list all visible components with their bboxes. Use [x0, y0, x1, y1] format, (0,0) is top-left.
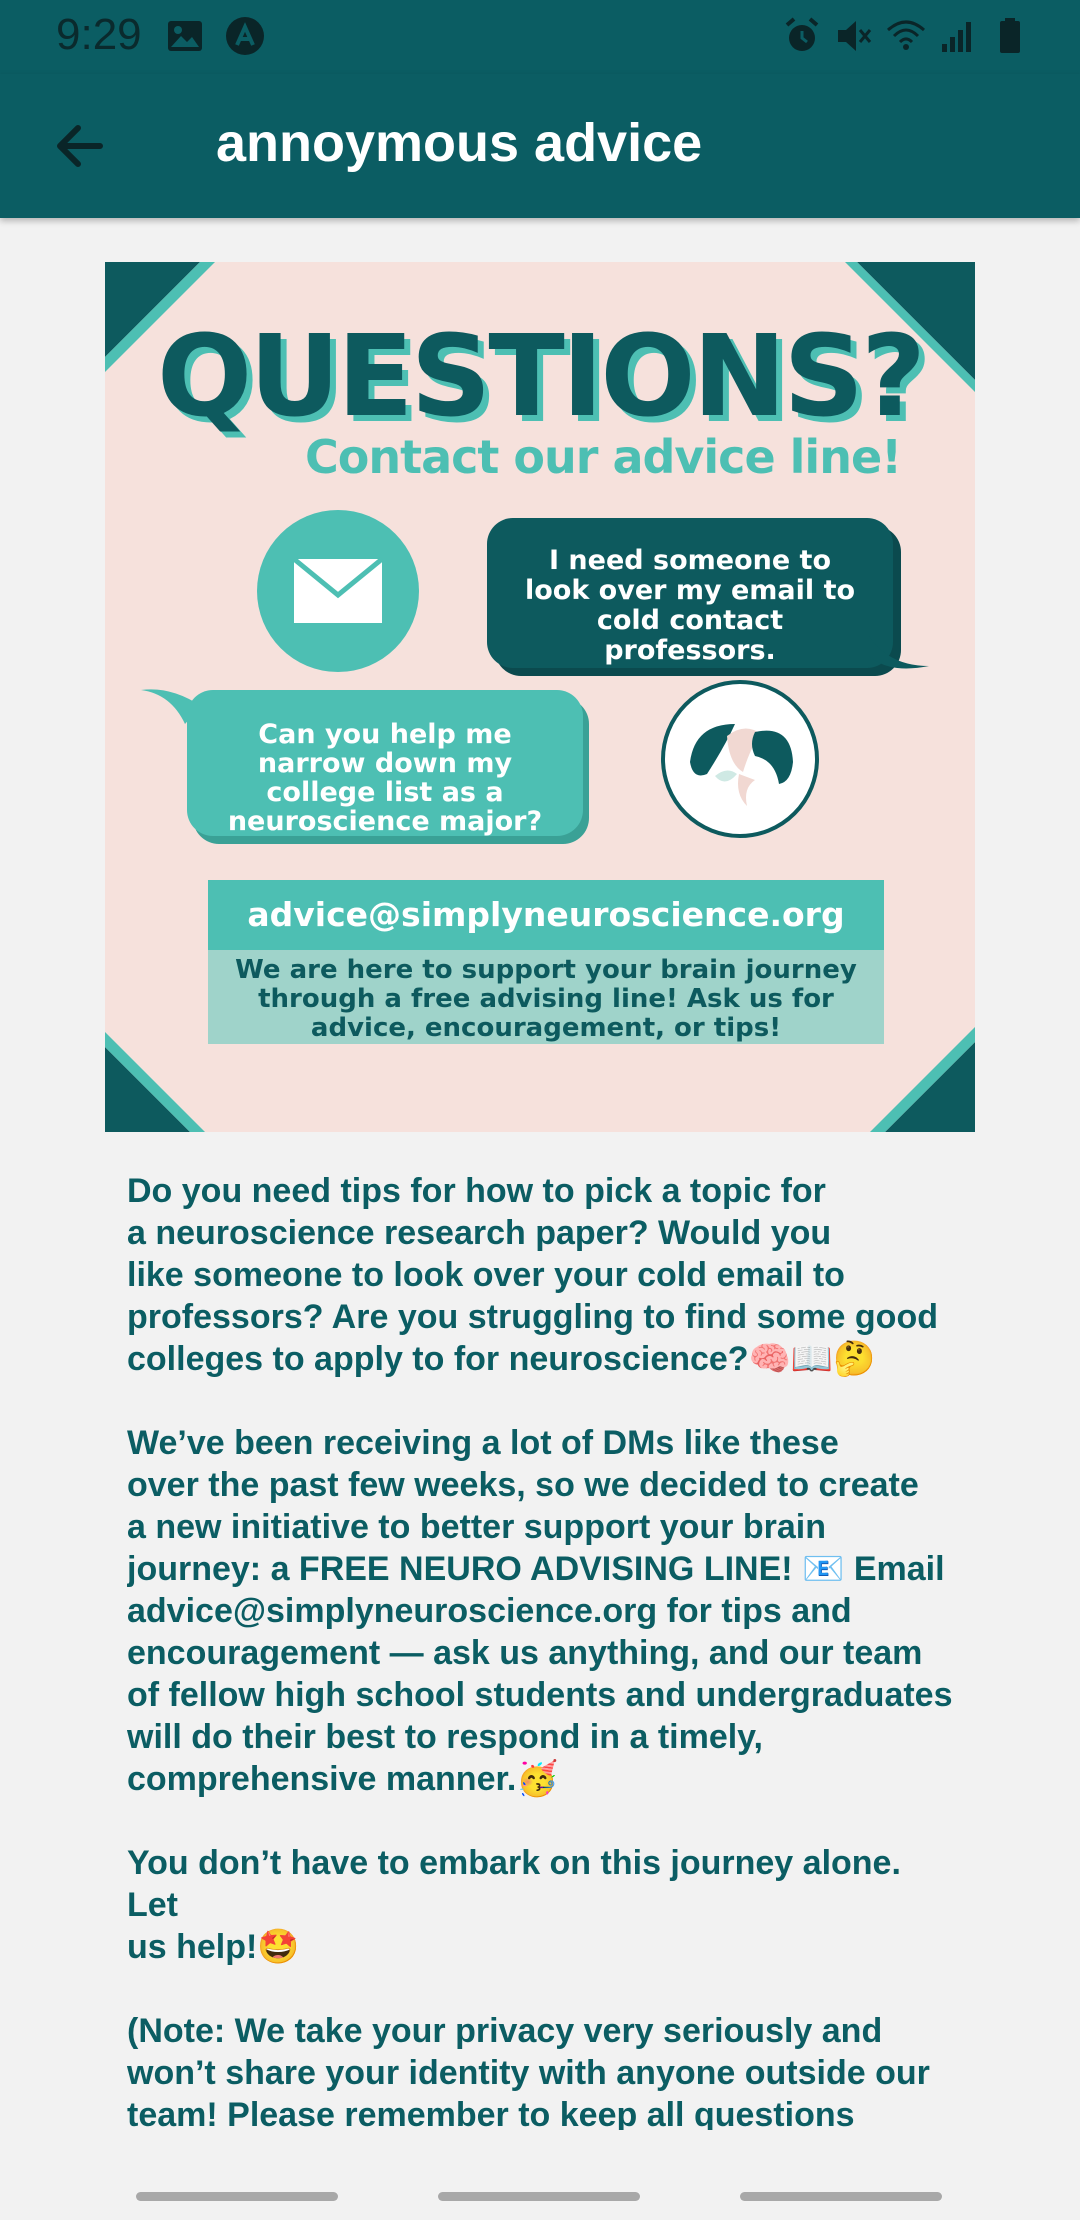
- page-title: annoymous advice: [216, 113, 703, 173]
- advice-line-poster: QUESTIONS? Contact our advice line! I ne…: [105, 262, 975, 1132]
- status-bar: 9:29: [0, 0, 1080, 74]
- battery-icon: [1000, 18, 1020, 53]
- nav-back-button[interactable]: [740, 2192, 942, 2201]
- vibrate-off-icon: [838, 21, 872, 51]
- speech-bubble-light: Can you help me narrow down my college l…: [141, 689, 583, 837]
- status-time: 9:29: [56, 10, 142, 59]
- poster-email-banner: advice@simplyneuroscience.org: [208, 880, 884, 950]
- status-left-icons: [165, 16, 265, 56]
- brain-logo-circle: [661, 680, 819, 838]
- poster-subtitle: Contact our advice line!: [305, 430, 902, 484]
- nav-home-button[interactable]: [438, 2192, 640, 2201]
- back-button[interactable]: [48, 114, 112, 178]
- envelope-icon: [292, 557, 384, 623]
- status-right-icons: [782, 16, 1030, 56]
- poster-support-text: We are here to support your brain journe…: [208, 950, 884, 1044]
- wifi-icon: [887, 20, 925, 50]
- post-paragraph: Do you need tips for how to pick a topic…: [127, 1172, 938, 1378]
- post-paragraph: We’ve been receiving a lot of DMs like t…: [127, 1424, 953, 1798]
- speech-bubble-dark: I need someone to look over my email to …: [487, 518, 929, 669]
- post-content: Do you need tips for how to pick a topic…: [127, 1170, 957, 2130]
- alarm-icon: [785, 17, 819, 51]
- mail-circle: [257, 510, 419, 672]
- bubble-light-text: Can you help me narrow down my college l…: [227, 719, 543, 837]
- brain-icon: [690, 724, 793, 806]
- post-paragraph: You don’t have to embark on this journey…: [127, 1844, 901, 1966]
- navigation-bar: [0, 2160, 1080, 2220]
- signal-icon: [942, 22, 971, 52]
- app-notification-icon: [226, 17, 264, 55]
- app-bar: annoymous advice: [0, 74, 1080, 218]
- image-icon: [168, 21, 202, 51]
- arrow-left-icon: [57, 125, 103, 167]
- post-paragraph: (Note: We take your privacy very serious…: [127, 2012, 930, 2130]
- bubble-dark-text: I need someone to look over my email to …: [524, 545, 856, 666]
- poster-title: QUESTIONS?: [157, 312, 926, 442]
- nav-recents-button[interactable]: [136, 2192, 338, 2201]
